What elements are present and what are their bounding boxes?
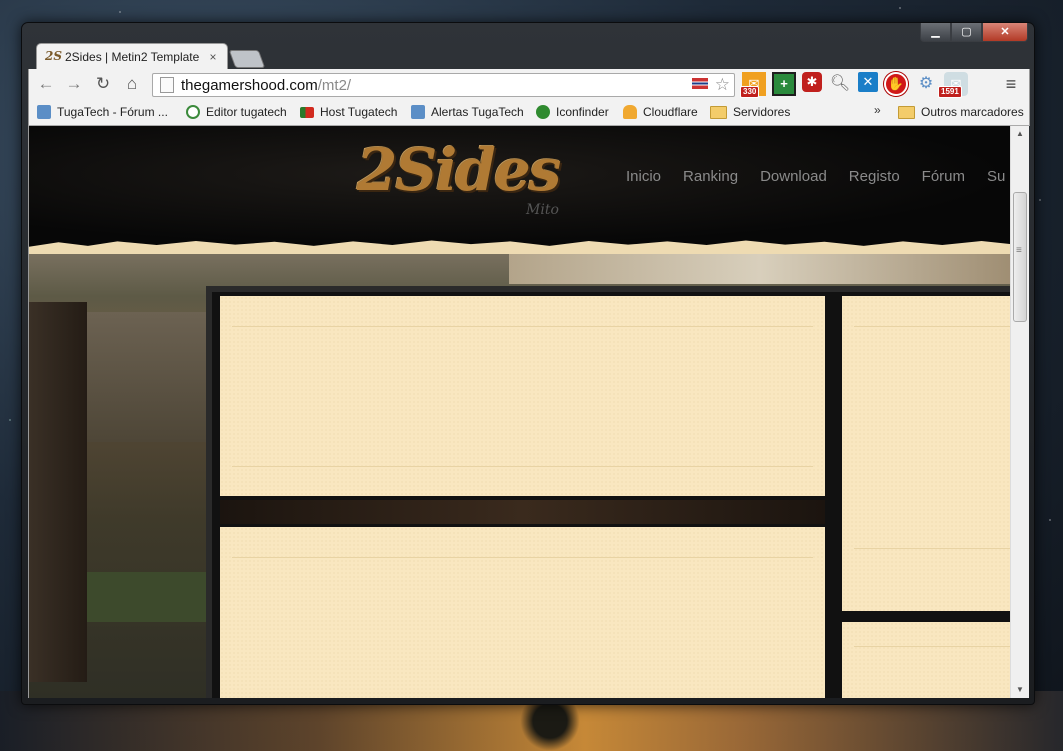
forward-arrow-icon[interactable]: →: [63, 73, 85, 95]
bookmark-label: Iconfinder: [556, 105, 609, 119]
menu-icon[interactable]: ≡: [1001, 73, 1021, 95]
browser-window: ▁ ▢ ✕ 2S 2Sides | Metin2 Template × ← → …: [21, 22, 1035, 705]
rss-extension-icon[interactable]: ✉ 1591: [938, 72, 968, 98]
url-host: thegamershood.com: [181, 76, 318, 94]
tab-title: 2Sides | Metin2 Template: [65, 50, 200, 64]
scrollbar-thumb[interactable]: [1013, 192, 1027, 322]
browser-toolbar: ← → ↻ ⌂ thegamershood.com/mt2/ ☆ ✉ 330 + …: [28, 69, 1030, 99]
banner-pillar: [29, 302, 87, 682]
nav-registo[interactable]: Registo: [849, 168, 900, 185]
mail-badge: 330: [740, 86, 760, 98]
sidebar-panel-2: [842, 622, 1011, 698]
cloudflare-icon: [623, 105, 637, 119]
bookmark-tugatech-forum[interactable]: TugaTech - Fórum ...: [37, 99, 168, 125]
nav-ranking[interactable]: Ranking: [683, 168, 738, 185]
bookmark-servidores[interactable]: Servidores: [710, 99, 790, 125]
page-scrollbar[interactable]: ▲ ▼: [1010, 126, 1029, 698]
magnifier-extension-icon[interactable]: 🔍︎: [828, 72, 852, 96]
desktop-tree: [520, 701, 580, 751]
content-frame: [206, 286, 1011, 698]
close-window-icon[interactable]: ✕: [982, 23, 1028, 42]
other-bookmarks-label: Outros marcadores: [921, 105, 1024, 119]
site-header: 2Sides Mito Inicio Ranking Download Regi…: [29, 126, 1011, 246]
site-logo-subtitle: Mito: [526, 202, 559, 218]
bookmark-iconfinder[interactable]: Iconfinder: [536, 99, 609, 125]
bookmark-editor-tugatech[interactable]: Editor tugatech: [186, 99, 287, 125]
bookmark-host-tugatech[interactable]: Host Tugatech: [300, 99, 397, 125]
back-arrow-icon[interactable]: ←: [35, 73, 57, 95]
bookmark-label: Alertas TugaTech: [431, 105, 524, 119]
editor-icon: [186, 105, 200, 119]
plus-extension-icon[interactable]: +: [772, 72, 796, 96]
rss-badge: 1591: [938, 86, 962, 98]
page-icon: [160, 77, 174, 93]
bookmark-label: Cloudflare: [643, 105, 698, 119]
sidebar-panel: [842, 296, 1011, 611]
blue-x-extension-icon[interactable]: ✕: [858, 72, 878, 92]
nav-download[interactable]: Download: [760, 168, 827, 185]
page-viewport: 2Sides Mito Inicio Ranking Download Regi…: [28, 126, 1011, 698]
uk-flag-icon[interactable]: [692, 78, 708, 89]
maximize-icon[interactable]: ▢: [951, 23, 982, 42]
banner-sky: [509, 252, 1011, 284]
bookmark-label: Host Tugatech: [320, 105, 398, 119]
adblock-extension-icon[interactable]: ✋: [884, 72, 908, 96]
site-logo[interactable]: 2Sides: [357, 136, 561, 204]
panel-divider: [232, 466, 813, 467]
tugatech-extension-icon[interactable]: ⚙: [914, 72, 938, 96]
address-bar[interactable]: thegamershood.com/mt2/ ☆: [152, 73, 735, 97]
nav-inicio[interactable]: Inicio: [626, 168, 661, 185]
bookmark-label: TugaTech - Fórum ...: [57, 105, 168, 119]
alert-icon: [411, 105, 425, 119]
folder-icon: [710, 105, 727, 119]
lastpass-extension-icon[interactable]: ✱: [802, 72, 822, 92]
new-tab-button[interactable]: [228, 50, 266, 68]
main-content-panel-2: [220, 527, 825, 698]
panel-divider: [232, 326, 813, 327]
home-icon[interactable]: ⌂: [121, 73, 143, 95]
nav-suporte[interactable]: Su: [987, 168, 1005, 185]
window-controls: ▁ ▢ ✕: [920, 23, 1028, 42]
bookmarks-bar: TugaTech - Fórum ... Editor tugatech Hos…: [28, 99, 1030, 126]
minimize-icon[interactable]: ▁: [920, 23, 951, 42]
main-content-panel: [220, 296, 825, 496]
folder-icon: [898, 105, 915, 119]
panel-divider: [854, 646, 1010, 647]
bookmarks-overflow-chevron-icon[interactable]: »: [874, 103, 881, 117]
tab-strip: 2S 2Sides | Metin2 Template ×: [28, 43, 914, 70]
nav-forum[interactable]: Fórum: [922, 168, 965, 185]
other-bookmarks-folder[interactable]: Outros marcadores: [898, 99, 1024, 125]
scroll-up-icon[interactable]: ▲: [1011, 126, 1029, 142]
site-nav: Inicio Ranking Download Registo Fórum Su: [626, 168, 1011, 185]
panel-divider: [854, 326, 1010, 327]
favicon: 2S: [45, 49, 63, 63]
bookmark-star-icon[interactable]: ☆: [715, 74, 730, 96]
panel-divider: [232, 557, 813, 558]
url-path: /mt2/: [317, 76, 352, 94]
bookmark-alertas-tugatech[interactable]: Alertas TugaTech: [411, 99, 524, 125]
bookmark-cloudflare[interactable]: Cloudflare: [623, 99, 698, 125]
tab-close-icon[interactable]: ×: [205, 50, 221, 64]
extensions-row: ✉ 330 + ✱ 🔍︎ ✕ ✋ ⚙ ✉ 1591: [740, 72, 968, 98]
content-divider-band: [220, 500, 825, 524]
bookmark-label: Servidores: [733, 105, 791, 119]
tab-active[interactable]: 2S 2Sides | Metin2 Template ×: [36, 43, 228, 70]
tugatech-icon: [37, 105, 51, 119]
mail-extension-icon[interactable]: ✉ 330: [740, 72, 766, 98]
portugal-flag-icon: [300, 106, 314, 118]
scroll-down-icon[interactable]: ▼: [1011, 682, 1029, 698]
iconfinder-icon: [536, 105, 550, 119]
bookmark-label: Editor tugatech: [206, 105, 287, 119]
reload-icon[interactable]: ↻: [92, 73, 114, 95]
panel-divider: [854, 548, 1010, 549]
